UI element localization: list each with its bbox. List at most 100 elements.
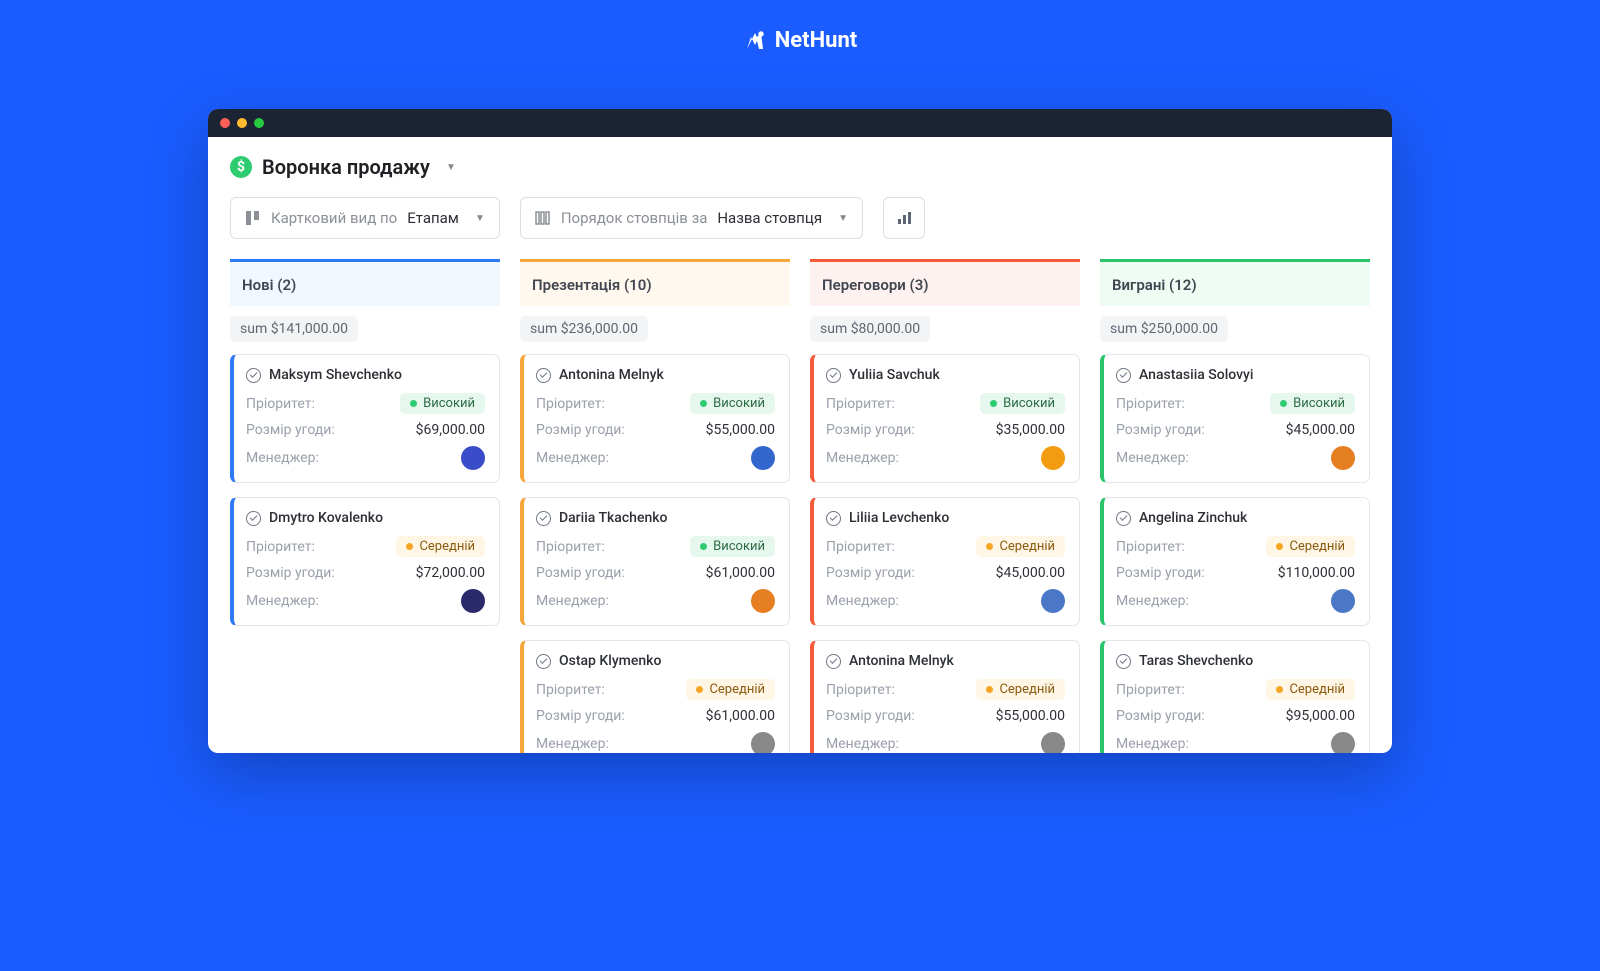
check-circle-icon [1116, 511, 1131, 526]
contact-name: Dariia Tkachenko [559, 510, 667, 526]
dot-icon [696, 686, 703, 693]
deal-card[interactable]: Angelina ZinchukПріоритет:СереднійРозмір… [1100, 497, 1370, 626]
avatar[interactable] [751, 589, 775, 613]
kanban-icon [245, 210, 261, 226]
manager-label: Менеджер: [536, 736, 609, 752]
deal-card[interactable]: Liliia LevchenkoПріоритет:СереднійРозмір… [810, 497, 1080, 626]
avatar[interactable] [751, 732, 775, 753]
deal-size-label: Розмір угоди: [536, 422, 625, 438]
kanban-column: Нові (2) sum $141,000.00 Maksym Shevchenko… [230, 259, 500, 753]
deal-size-value: $72,000.00 [416, 565, 485, 581]
contact-name: Maksym Shevchenko [269, 367, 402, 383]
window-minimize-icon[interactable] [237, 118, 247, 128]
dot-icon [1280, 400, 1287, 407]
card-title: Angelina Zinchuk [1116, 510, 1355, 526]
deal-size-value: $61,000.00 [706, 708, 775, 724]
deal-card[interactable]: Yuliia SavchukПріоритет:ВисокийРозмір уг… [810, 354, 1080, 483]
window-maximize-icon[interactable] [254, 118, 264, 128]
priority-label: Пріоритет: [536, 396, 605, 412]
avatar[interactable] [461, 589, 485, 613]
manager-label: Менеджер: [826, 450, 899, 466]
deal-card[interactable]: Dariia TkachenkoПріоритет:ВисокийРозмір … [520, 497, 790, 626]
app-window: $ Воронка продажу ▼ Картковий вид по Ета… [208, 109, 1392, 753]
deal-size-label: Розмір угоди: [1116, 708, 1205, 724]
column-header[interactable]: Нові (2) [230, 259, 500, 306]
card-title: Antonina Melnyk [536, 367, 775, 383]
card-view-value: Етапам [407, 209, 459, 227]
deal-card[interactable]: Dmytro KovalenkoПріоритет:СереднійРозмір… [230, 497, 500, 626]
deal-size-value: $55,000.00 [996, 708, 1065, 724]
manager-label: Менеджер: [1116, 736, 1189, 752]
avatar[interactable] [1041, 589, 1065, 613]
column-sum: sum $141,000.00 [230, 316, 358, 342]
priority-label: Пріоритет: [536, 682, 605, 698]
card-list: Yuliia SavchukПріоритет:ВисокийРозмір уг… [810, 354, 1080, 753]
deal-card[interactable]: Antonina MelnykПріоритет:ВисокийРозмір у… [520, 354, 790, 483]
check-circle-icon [826, 654, 841, 669]
avatar[interactable] [1331, 446, 1355, 470]
avatar[interactable] [1041, 446, 1065, 470]
deal-card[interactable]: Antonina MelnykПріоритет:СереднійРозмір … [810, 640, 1080, 753]
avatar[interactable] [751, 446, 775, 470]
card-title: Antonina Melnyk [826, 653, 1065, 669]
contact-name: Anastasiia Solovyi [1139, 367, 1253, 383]
column-header[interactable]: Переговори (3) [810, 259, 1080, 306]
dot-icon [986, 686, 993, 693]
deal-size-label: Розмір угоди: [826, 565, 915, 581]
deal-size-value: $45,000.00 [996, 565, 1065, 581]
kanban-board: Нові (2) sum $141,000.00 Maksym Shevchenko… [230, 259, 1370, 753]
priority-badge: Середній [686, 679, 775, 700]
window-titlebar [208, 109, 1392, 137]
check-circle-icon [826, 368, 841, 383]
nethunt-icon [743, 29, 767, 53]
check-circle-icon [826, 511, 841, 526]
priority-badge: Середній [976, 679, 1065, 700]
card-title: Liliia Levchenko [826, 510, 1065, 526]
page-header: $ Воронка продажу ▼ [230, 155, 1370, 179]
order-value: Назва стовпця [717, 209, 822, 227]
column-order-selector[interactable]: Порядок стовпців за Назва стовпця ▼ [520, 197, 863, 239]
column-header[interactable]: Виграні (12) [1100, 259, 1370, 306]
chevron-down-icon: ▼ [475, 213, 485, 224]
deal-card[interactable]: Maksym ShevchenkoПріоритет:ВисокийРозмір… [230, 354, 500, 483]
avatar[interactable] [1041, 732, 1065, 753]
chevron-down-icon: ▼ [838, 213, 848, 224]
columns-icon [535, 210, 551, 226]
bar-chart-icon [896, 210, 912, 226]
card-title: Dmytro Kovalenko [246, 510, 485, 526]
contact-name: Ostap Klymenko [559, 653, 661, 669]
priority-badge: Середній [1266, 679, 1355, 700]
deal-size-value: $110,000.00 [1278, 565, 1355, 581]
window-close-icon[interactable] [220, 118, 230, 128]
check-circle-icon [1116, 368, 1131, 383]
priority-badge: Середній [396, 536, 485, 557]
card-title: Anastasiia Solovyi [1116, 367, 1355, 383]
priority-label: Пріоритет: [1116, 539, 1185, 555]
priority-label: Пріоритет: [826, 682, 895, 698]
page-title: Воронка продажу [262, 155, 430, 179]
contact-name: Angelina Zinchuk [1139, 510, 1247, 526]
brand-name: NetHunt [775, 28, 857, 53]
order-label: Порядок стовпців за [561, 209, 708, 227]
card-view-selector[interactable]: Картковий вид по Етапам ▼ [230, 197, 500, 239]
kanban-column: Виграні (12)sum $250,000.00Anastasiia So… [1100, 259, 1370, 753]
card-view-label: Картковий вид по [271, 209, 397, 227]
dot-icon [700, 400, 707, 407]
avatar[interactable] [1331, 732, 1355, 753]
dot-icon [986, 543, 993, 550]
avatar[interactable] [461, 446, 485, 470]
chevron-down-icon[interactable]: ▼ [446, 162, 456, 173]
manager-label: Менеджер: [246, 450, 319, 466]
deal-card[interactable]: Ostap KlymenkoПріоритет:СереднійРозмір у… [520, 640, 790, 753]
deal-card[interactable]: Anastasiia SolovyiПріоритет:ВисокийРозмі… [1100, 354, 1370, 483]
chart-button[interactable] [883, 197, 925, 239]
deal-size-value: $45,000.00 [1286, 422, 1355, 438]
contact-name: Taras Shevchenko [1139, 653, 1253, 669]
priority-label: Пріоритет: [536, 539, 605, 555]
avatar[interactable] [1331, 589, 1355, 613]
manager-label: Менеджер: [826, 736, 899, 752]
deal-card[interactable]: Taras ShevchenkoПріоритет:СереднійРозмір… [1100, 640, 1370, 753]
priority-label: Пріоритет: [826, 396, 895, 412]
column-header[interactable]: Презентація (10) [520, 259, 790, 306]
deal-size-label: Розмір угоди: [246, 422, 335, 438]
